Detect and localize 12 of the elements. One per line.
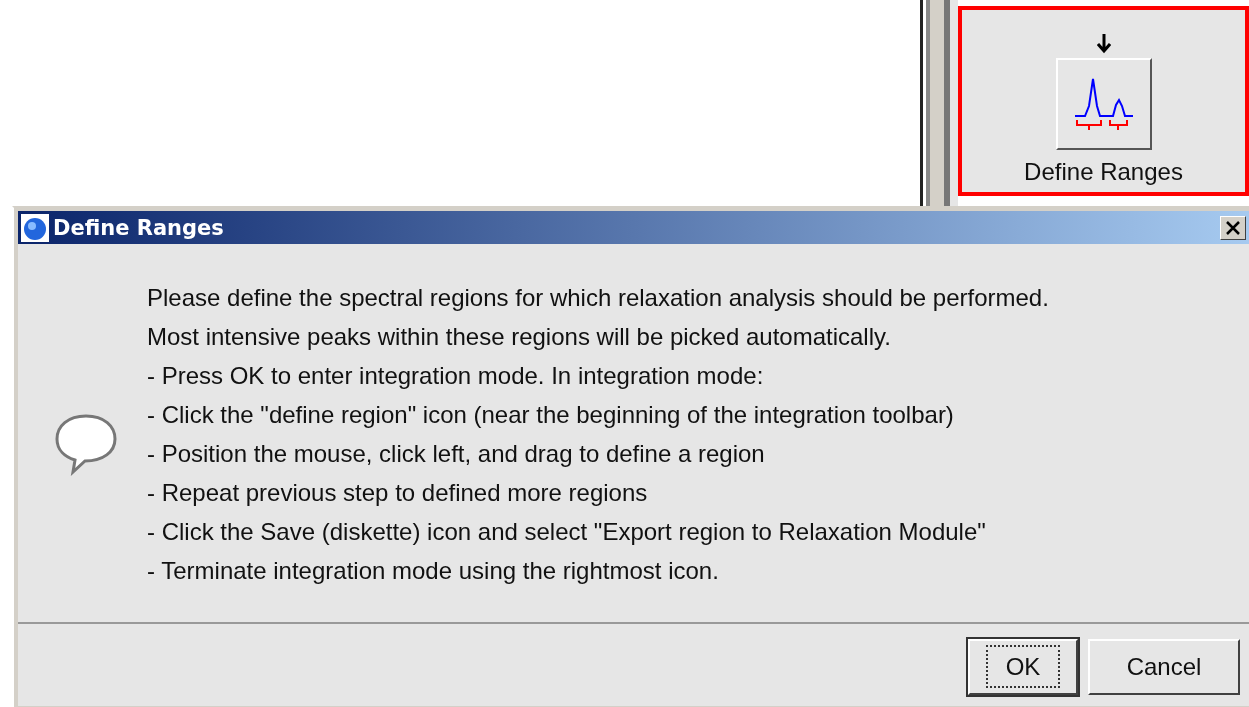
tool-label: Define Ranges	[1024, 158, 1183, 186]
message-line: Most intensive peaks within these regions will be picked automatically.	[147, 322, 892, 352]
message-line: - Terminate integration mode using the rightmost icon.	[147, 556, 720, 586]
message-line: - Repeat previous step to defined more regions	[147, 478, 649, 508]
message-line: - Click the "define region" icon (near the beginning of the integration toolbar)	[147, 400, 955, 430]
message-line: - Position the mouse, click left, and drag to define a region	[147, 439, 766, 469]
window-title: Define Ranges	[53, 215, 225, 240]
message-line: - Click the Save (diskette) icon and select "Export region to Relaxation Module"	[147, 517, 987, 547]
dialog-button[interactable]: Cancel	[1088, 639, 1240, 695]
dialog-button[interactable]: OK	[968, 639, 1078, 695]
message-line: Please define the spectral regions for which relaxation analysis should be performed.	[147, 283, 1049, 313]
message-line: - Press OK to enter integration mode. In integration mode:	[147, 361, 765, 391]
